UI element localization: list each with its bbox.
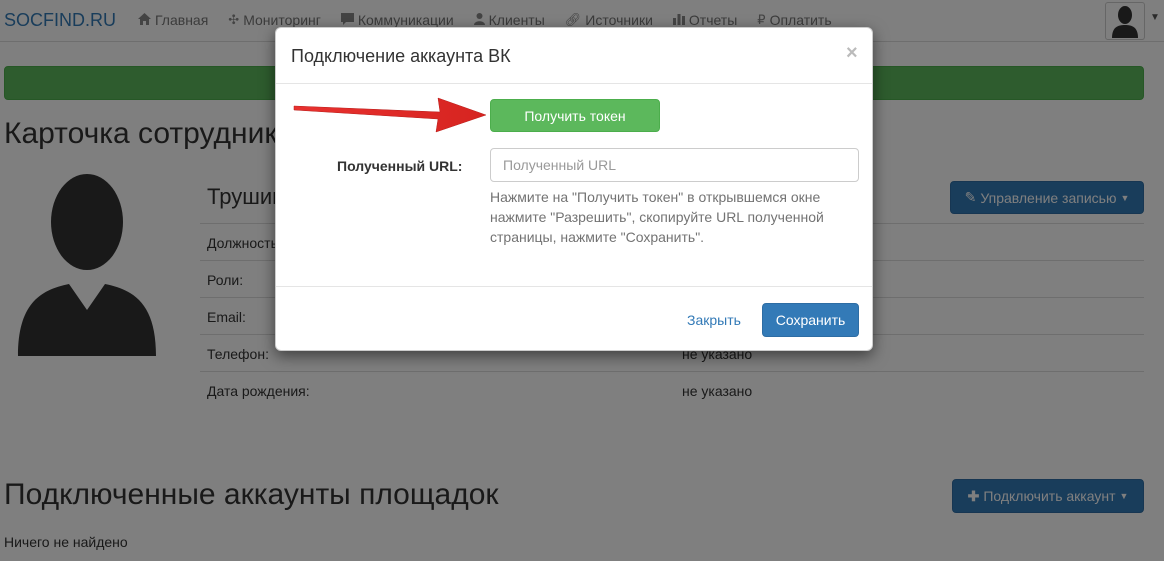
modal-header-divider	[276, 83, 872, 84]
help-text: Нажмите на "Получить токен" в открывшемс…	[490, 189, 824, 245]
url-field-label: Полученный URL:	[337, 158, 463, 174]
modal-title: Подключение аккаунта ВК	[291, 46, 511, 66]
url-input[interactable]	[490, 148, 859, 182]
red-arrow-annotation	[293, 97, 487, 133]
close-link[interactable]: Закрыть	[687, 312, 741, 328]
connect-vk-modal: Подключение аккаунта ВК × Получить токен…	[275, 27, 873, 351]
save-button[interactable]: Сохранить	[762, 303, 859, 337]
modal-footer-divider	[276, 286, 872, 287]
get-token-button[interactable]: Получить токен	[490, 99, 660, 132]
close-icon[interactable]: ×	[846, 42, 858, 65]
